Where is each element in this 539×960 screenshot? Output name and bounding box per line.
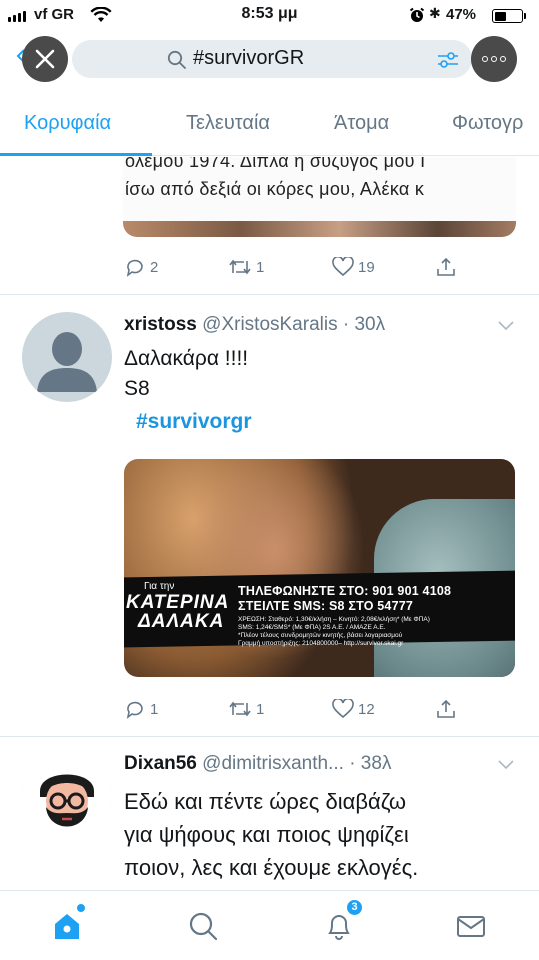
overlay-for-label: Για την: [144, 581, 175, 592]
share-icon: [437, 699, 455, 718]
default-avatar-icon: [37, 332, 97, 392]
overlay-phone-line: ΤΗΛΕΦΩΝΗΣΤΕ ΣΤΟ: 901 901 4108: [238, 584, 452, 598]
tab-top[interactable]: Κορυφαία: [24, 112, 111, 135]
like-button[interactable]: 12: [332, 699, 375, 719]
tweet-actions: 2 1 19: [124, 257, 464, 281]
media-text-line: ολεμου 1974. Διπλα η συζυγος μου Ι: [125, 157, 426, 171]
reply-icon: [126, 701, 143, 719]
new-content-dot: [77, 904, 85, 912]
retweet-icon: [229, 701, 251, 717]
like-button[interactable]: 19: [332, 257, 375, 277]
retweet-count: 1: [256, 258, 265, 276]
cartoon-avatar-icon: [22, 751, 112, 841]
home-icon[interactable]: [50, 909, 84, 943]
overlay-fine-print: *Πλέον τέλους συνδρομητών κινητής, βάσει…: [238, 632, 403, 639]
reply-icon: [126, 259, 143, 277]
chevron-down-icon[interactable]: [498, 760, 514, 770]
messages-envelope-icon[interactable]: [454, 909, 488, 943]
overlay-fine-print: Γραμμή υποστήριξης: 2104800000– http://s…: [238, 640, 404, 647]
author-handle-time: @XristosKaralis · 30λ: [202, 314, 386, 335]
share-button[interactable]: [436, 699, 456, 719]
overlay-fine-print: SMS: 1,24€/SMS* (Με ΦΠΑ) 2S A.E. / AMAZE…: [238, 624, 386, 631]
search-header: #survivorGR: [0, 32, 539, 90]
more-dots-icon: [482, 56, 506, 62]
overlay-fine-print: ΧΡΕΩΣΗ: Σταθερό: 1,30€/κλήση – Κινητό: 2…: [238, 616, 430, 623]
hashtag-link[interactable]: #survivorgr: [136, 410, 252, 433]
overlay-sms-line: ΣΤΕΙΛΤΕ SMS: S8 ΣΤΟ 54777: [238, 599, 414, 613]
media-photo-strip: [123, 221, 516, 237]
search-icon: [167, 50, 186, 69]
tweet-text: Εδώ και πέντε ώρες διαβάζω για ψήφους κα…: [124, 785, 418, 884]
tweet-divider: [0, 736, 539, 744]
tweet-line: Εδώ και πέντε ώρες διαβάζω: [124, 789, 407, 814]
tweet-line: S8: [124, 377, 150, 400]
heart-icon: [332, 257, 354, 277]
tweet-divider: [0, 294, 539, 302]
avatar[interactable]: [22, 751, 112, 841]
close-search-button[interactable]: [22, 36, 68, 82]
tweet-text: Δαλακάρα !!!! S8 #survivorgr: [124, 344, 252, 437]
reply-count: 1: [150, 700, 159, 718]
search-input[interactable]: #survivorGR: [72, 40, 472, 78]
reply-button[interactable]: 2: [124, 257, 158, 277]
retweet-button[interactable]: 1: [228, 257, 264, 277]
like-count: 12: [358, 700, 375, 718]
battery-icon: [492, 9, 523, 23]
tweet-header: xristoss @XristosKaralis · 30λ: [124, 314, 385, 336]
search-tabs: Κορυφαία Τελευταία Άτομα Φωτογρ: [0, 96, 539, 156]
like-count: 19: [358, 258, 375, 276]
bottom-tab-bar: 3: [0, 890, 539, 960]
close-icon: [35, 49, 55, 69]
more-options-button[interactable]: [471, 36, 517, 82]
alarm-icon: [409, 7, 425, 22]
tweet-header: Dixan56 @dimitrisxanth... · 38λ: [124, 753, 391, 775]
author-handle-time: @dimitrisxanth... · 38λ: [202, 753, 392, 774]
bluetooth-icon: ✱: [429, 5, 441, 21]
active-tab-indicator: [0, 153, 152, 156]
avatar[interactable]: [22, 312, 112, 402]
tab-latest[interactable]: Τελευταία: [186, 112, 270, 135]
share-icon: [437, 257, 455, 276]
tweet-feed[interactable]: ολεμου 1974. Διπλα η συζυγος μου Ι ίσω α…: [0, 157, 539, 890]
overlay-contestant-surname: ΔΑΛΑΚΑ: [138, 611, 225, 632]
filter-sliders-icon[interactable]: [437, 50, 459, 70]
tweet-media-partial[interactable]: ολεμου 1974. Διπλα η συζυγος μου Ι ίσω α…: [123, 157, 516, 237]
media-text-line: ίσω από δεξιά οι κόρες μου, Αλέκα κ: [125, 179, 425, 199]
search-icon[interactable]: [186, 909, 220, 943]
battery-percentage: 47%: [446, 6, 477, 23]
heart-icon: [332, 699, 354, 719]
author-name[interactable]: Dixan56: [124, 753, 197, 774]
reply-button[interactable]: 1: [124, 699, 158, 719]
retweet-count: 1: [256, 700, 265, 718]
status-bar: vf GR 8:53 μμ ✱ 47%: [0, 0, 539, 30]
retweet-button[interactable]: 1: [228, 699, 264, 719]
retweet-icon: [229, 259, 251, 275]
notifications-badge: 3: [345, 898, 364, 917]
reply-count: 2: [150, 258, 159, 276]
search-query: #survivorGR: [193, 47, 305, 69]
tweet-line: Δαλακάρα !!!!: [124, 347, 249, 370]
tab-photos[interactable]: Φωτογρ: [452, 112, 523, 135]
tweet-media-image[interactable]: Για την ΚΑΤΕΡΙΝΑ ΔΑΛΑΚΑ ΤΗΛΕΦΩΝΗΣΤΕ ΣΤΟ:…: [124, 459, 515, 677]
tab-people[interactable]: Άτομα: [334, 112, 389, 135]
author-name[interactable]: xristoss: [124, 314, 197, 335]
tweet-line: ποιον, λες και έχουμε εκλογές.: [124, 855, 419, 880]
chevron-down-icon[interactable]: [498, 321, 514, 331]
tweet-actions: 1 1 12: [124, 699, 464, 723]
tweet-line: για ψήφους και ποιος ψηφίζει: [124, 822, 409, 847]
share-button[interactable]: [436, 257, 456, 277]
